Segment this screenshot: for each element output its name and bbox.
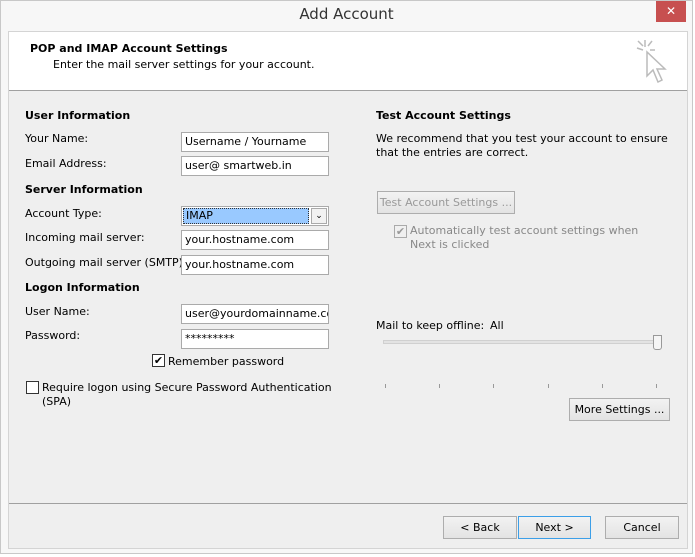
close-icon[interactable]: ✕: [656, 1, 686, 22]
email-input[interactable]: user@ smartweb.in: [181, 156, 329, 176]
password-label: Password:: [25, 329, 81, 342]
offline-slider-thumb[interactable]: [653, 335, 662, 350]
your-name-input[interactable]: Username / Yourname: [181, 132, 329, 152]
auto-test-label: Automatically test account settings when…: [410, 224, 639, 251]
slider-tick: [656, 384, 657, 388]
remember-password-checkbox[interactable]: ✔: [152, 354, 165, 367]
remember-password-label: Remember password: [168, 355, 285, 368]
next-button[interactable]: Next >: [518, 516, 591, 539]
incoming-server-label: Incoming mail server:: [25, 231, 145, 244]
test-account-settings-button[interactable]: Test Account Settings ...: [377, 191, 515, 214]
cancel-button[interactable]: Cancel: [605, 516, 679, 539]
username-input[interactable]: user@yourdomainname.com: [181, 304, 329, 324]
logon-info-heading: Logon Information: [25, 281, 140, 294]
slider-tick: [385, 384, 386, 388]
account-type-select[interactable]: IMAP ⌄: [181, 206, 329, 226]
spa-label: Require logon using Secure Password Auth…: [42, 381, 332, 408]
incoming-server-input[interactable]: your.hostname.com: [181, 230, 329, 250]
header: POP and IMAP Account Settings Enter the …: [9, 32, 687, 91]
chevron-down-icon[interactable]: ⌄: [311, 208, 327, 224]
email-label: Email Address:: [25, 157, 107, 170]
slider-tick: [548, 384, 549, 388]
username-label: User Name:: [25, 305, 90, 318]
your-name-label: Your Name:: [25, 132, 89, 145]
account-type-value: IMAP: [183, 208, 309, 224]
cursor-click-icon: [636, 40, 667, 84]
outgoing-server-input[interactable]: your.hostname.com: [181, 255, 329, 275]
password-input[interactable]: *********: [181, 329, 329, 349]
slider-tick: [439, 384, 440, 388]
test-settings-heading: Test Account Settings: [376, 109, 511, 122]
footer-divider: [9, 503, 687, 504]
test-description: We recommend that you test your account …: [376, 132, 668, 159]
spa-checkbox[interactable]: [26, 381, 39, 394]
back-button[interactable]: < Back: [443, 516, 517, 539]
offline-label: Mail to keep offline:: [376, 319, 485, 332]
slider-tick: [602, 384, 603, 388]
add-account-window: Add Account ✕ POP and IMAP Account Setti…: [0, 0, 693, 554]
slider-tick: [493, 384, 494, 388]
auto-test-checkbox[interactable]: ✔: [394, 225, 407, 238]
server-info-heading: Server Information: [25, 183, 143, 196]
outgoing-server-label: Outgoing mail server (SMTP):: [25, 256, 187, 269]
window-title: Add Account: [299, 5, 394, 23]
user-info-heading: User Information: [25, 109, 131, 122]
header-subtitle: Enter the mail server settings for your …: [53, 58, 315, 71]
dialog-panel: POP and IMAP Account Settings Enter the …: [8, 31, 688, 549]
offline-slider-track[interactable]: [383, 340, 659, 344]
more-settings-button[interactable]: More Settings ...: [569, 398, 670, 421]
offline-value: All: [490, 319, 504, 332]
account-type-label: Account Type:: [25, 207, 102, 220]
header-title: POP and IMAP Account Settings: [30, 42, 228, 55]
